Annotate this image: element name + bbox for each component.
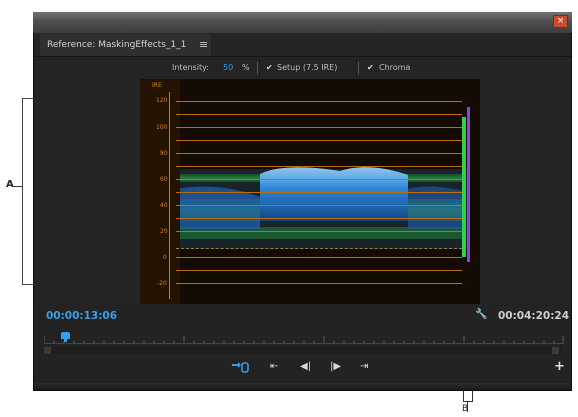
ire-axis-line	[169, 92, 170, 299]
ire-gridline	[176, 231, 462, 232]
ire-gridline	[176, 153, 462, 154]
ire-gridline	[176, 218, 462, 219]
ire-gridline	[176, 205, 462, 206]
add-icon[interactable]: +	[554, 359, 565, 374]
chroma-checkbox[interactable]: ✔	[367, 60, 374, 76]
ire-gridline	[176, 166, 462, 167]
ire-gridline	[176, 257, 462, 258]
tab-reference[interactable]: Reference: MaskingEffects_1_1	[40, 34, 211, 56]
loop-icon[interactable]	[231, 361, 249, 376]
ire-gridline	[176, 179, 462, 180]
ire-tick-label: -20	[157, 280, 167, 287]
ire-tick-label: 80	[160, 150, 168, 157]
mark-in-icon[interactable]: ⇤	[270, 361, 278, 372]
ire-gridline	[176, 114, 462, 115]
chroma-label: Chroma	[379, 63, 411, 72]
ire-gridline	[176, 270, 462, 271]
ire-tick-label: 60	[160, 176, 168, 183]
zoom-handle-left[interactable]	[44, 347, 51, 354]
callout-a-label: A	[6, 179, 14, 190]
ire-tick-label: 40	[160, 202, 168, 209]
step-back-icon[interactable]: ◀|	[300, 361, 311, 372]
close-button[interactable]: ×	[553, 15, 568, 28]
ire-gridline	[176, 101, 462, 102]
ire-gridline	[176, 140, 462, 141]
tab-divider	[34, 56, 571, 57]
scope-ire-gutter	[140, 79, 180, 304]
step-forward-icon[interactable]: |▶	[330, 361, 341, 372]
ire-tick-label: 20	[160, 228, 168, 235]
playhead-marker	[64, 339, 67, 342]
ire-axis-title: IRE	[152, 82, 162, 89]
panel-bottom-edge	[34, 383, 571, 390]
scope-settings-bar: Intensity: 50 % ✔ Setup (7.5 IRE) ✔ Chro…	[150, 60, 470, 76]
ire-tick-label: 100	[156, 124, 168, 131]
callout-a-connector	[13, 186, 22, 187]
ire-gridline	[176, 127, 462, 128]
settings-divider	[257, 62, 258, 74]
zoom-handle-right[interactable]	[552, 347, 559, 354]
settings-divider	[358, 62, 359, 74]
setup-label: Setup (7.5 IRE)	[277, 63, 338, 72]
window-titlebar[interactable]	[33, 12, 572, 33]
current-timecode[interactable]: 00:00:13:06	[46, 310, 117, 322]
intensity-value[interactable]: 50	[223, 60, 233, 76]
mark-out-icon[interactable]: ⇥	[360, 361, 368, 372]
ire-gridline	[176, 283, 462, 284]
wrench-icon[interactable]: 🔧	[475, 309, 487, 320]
ire-tick-label: 120	[156, 97, 168, 104]
zoom-scrollbar[interactable]	[44, 347, 562, 354]
loop-icon-glyph	[232, 362, 249, 373]
panel-menu-icon[interactable]: ≡	[199, 34, 208, 56]
intensity-unit: %	[242, 63, 250, 72]
setup-checkbox[interactable]: ✔	[266, 60, 273, 76]
ire-tick-label: 0	[163, 254, 167, 261]
ire-gridline	[176, 192, 462, 193]
intensity-label: Intensity:	[172, 63, 209, 72]
playhead-handle[interactable]	[61, 332, 70, 339]
callout-b-label: B	[462, 404, 469, 414]
setup-reference-line	[176, 248, 462, 249]
duration-timecode: 00:04:20:24	[498, 310, 570, 322]
time-ruler-baseline	[44, 343, 564, 344]
